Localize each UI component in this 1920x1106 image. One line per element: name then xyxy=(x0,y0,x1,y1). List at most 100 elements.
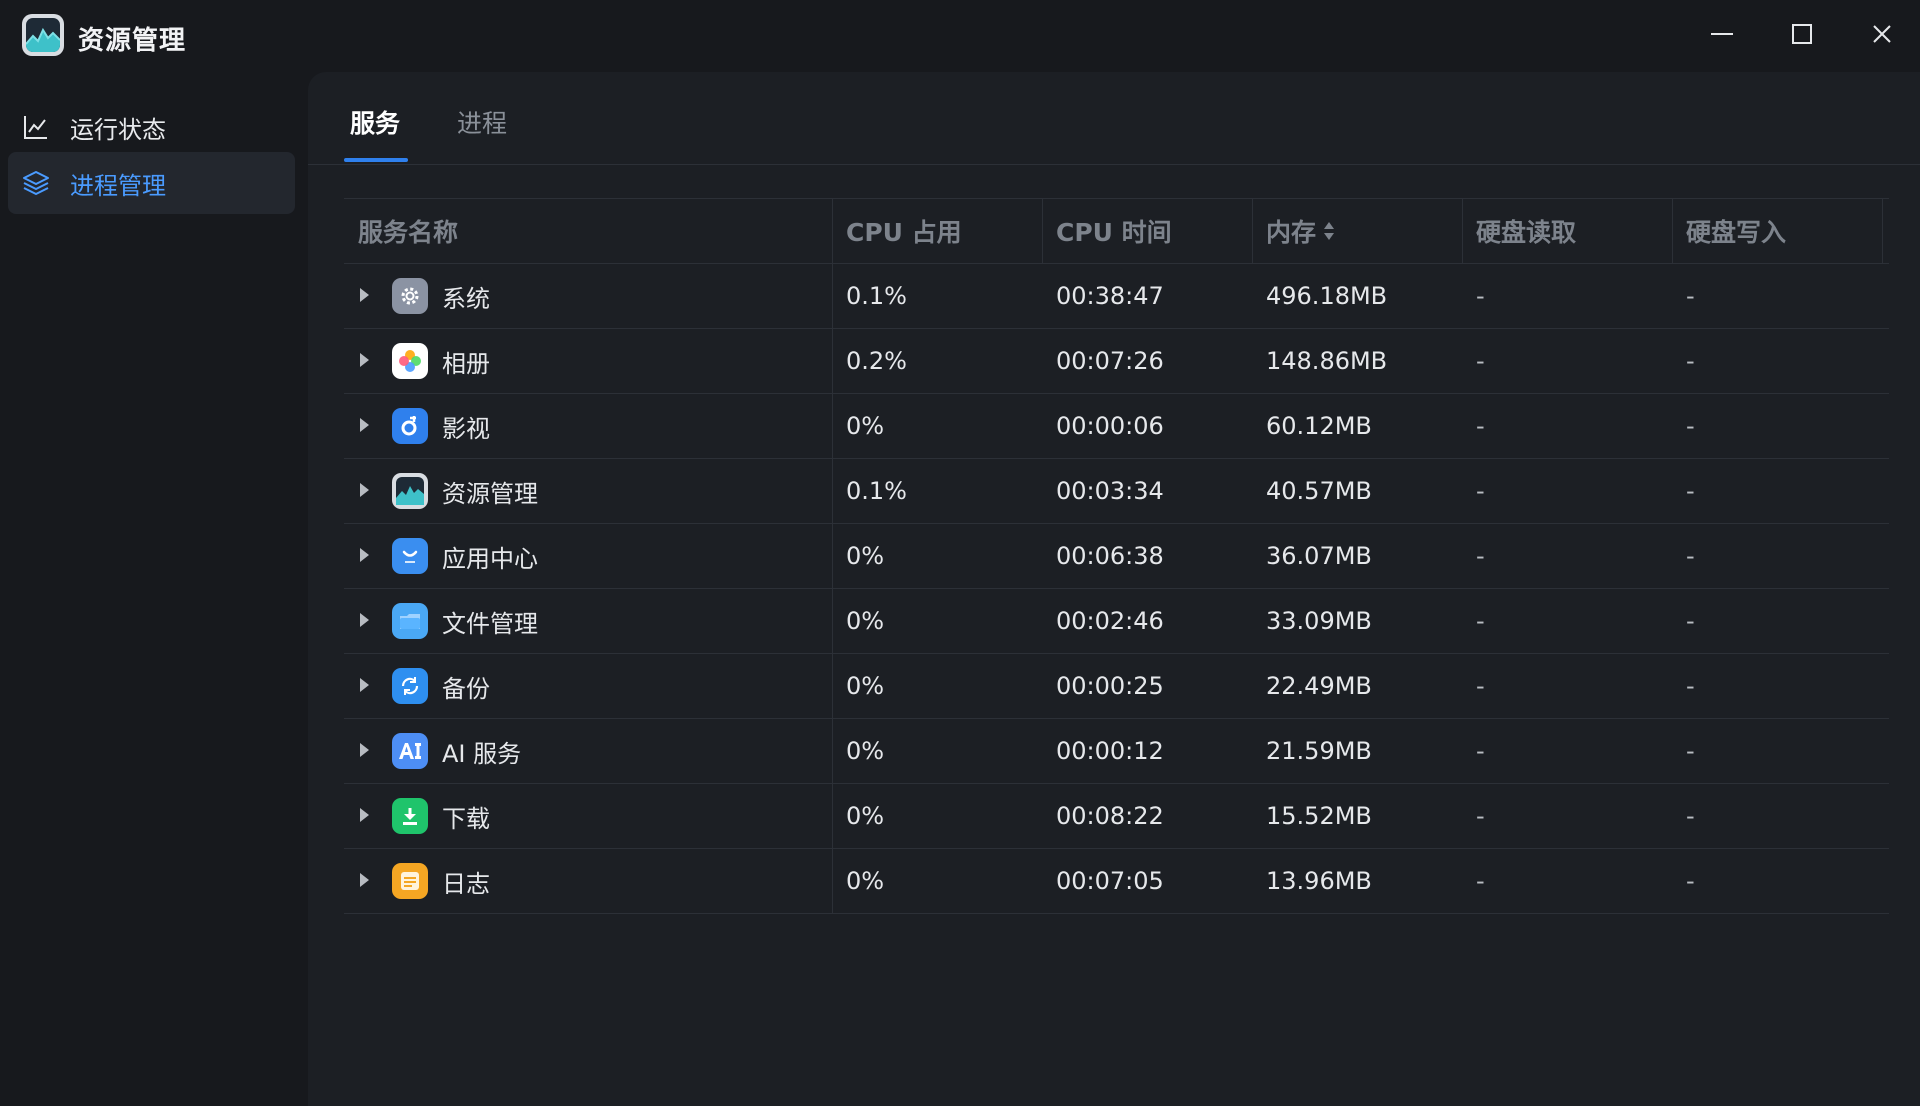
expand-arrow-icon[interactable] xyxy=(360,418,369,432)
row-cpu: 0% xyxy=(846,542,885,570)
row-disk-read: - xyxy=(1476,672,1485,700)
expand-arrow-icon[interactable] xyxy=(360,678,369,692)
column-divider[interactable] xyxy=(832,199,833,263)
row-name: 下载 xyxy=(442,804,490,833)
row-disk-write: - xyxy=(1686,542,1695,570)
row-cpu: 0% xyxy=(846,737,885,765)
main-panel: 服务 进程 服务名称 CPU 占用 CPU 时间 内存 硬盘读取 硬盘写入 系统… xyxy=(308,72,1920,1106)
row-cpu-time: 00:08:22 xyxy=(1056,802,1164,830)
row-disk-write: - xyxy=(1686,737,1695,765)
folder-icon xyxy=(392,603,428,639)
row-cpu: 0% xyxy=(846,672,885,700)
table-header: 服务名称 CPU 占用 CPU 时间 内存 硬盘读取 硬盘写入 xyxy=(344,198,1889,264)
maximize-icon xyxy=(1792,24,1812,44)
resource-monitor-icon xyxy=(392,473,428,509)
expand-arrow-icon[interactable] xyxy=(360,873,369,887)
column-divider[interactable] xyxy=(1672,199,1673,263)
table-row[interactable]: 备份 0% 00:00:25 22.49MB - - xyxy=(344,654,1889,719)
table-row[interactable]: 系统 0.1% 00:38:47 496.18MB - - xyxy=(344,264,1889,329)
table-row[interactable]: AI 服务 0% 00:00:12 21.59MB - - xyxy=(344,719,1889,784)
column-divider[interactable] xyxy=(1042,199,1043,263)
row-memory: 15.52MB xyxy=(1266,802,1372,830)
log-list-icon xyxy=(392,863,428,899)
minimize-icon xyxy=(1711,33,1733,35)
row-cpu: 0% xyxy=(846,802,885,830)
table-row[interactable]: 资源管理 0.1% 00:03:34 40.57MB - - xyxy=(344,459,1889,524)
column-header-disk-write[interactable]: 硬盘写入 xyxy=(1686,199,1786,263)
row-disk-write: - xyxy=(1686,477,1695,505)
column-header-name[interactable]: 服务名称 xyxy=(358,199,458,263)
row-cpu: 0.2% xyxy=(846,347,907,375)
active-tab-indicator xyxy=(344,158,408,162)
column-header-cpu-time[interactable]: CPU 时间 xyxy=(1056,199,1172,263)
row-cpu-time: 00:00:25 xyxy=(1056,672,1164,700)
row-memory: 22.49MB xyxy=(1266,672,1372,700)
row-memory: 148.86MB xyxy=(1266,347,1388,375)
row-cpu: 0% xyxy=(846,867,885,895)
row-disk-read: - xyxy=(1476,347,1485,375)
expand-arrow-icon[interactable] xyxy=(360,353,369,367)
row-cpu-time: 00:07:26 xyxy=(1056,347,1164,375)
column-header-memory[interactable]: 内存 xyxy=(1266,199,1336,263)
sidebar-item-process-manager[interactable]: 进程管理 xyxy=(8,152,295,214)
video-icon xyxy=(392,408,428,444)
expand-arrow-icon[interactable] xyxy=(360,288,369,302)
app-title: 资源管理 xyxy=(78,26,187,56)
title-bar: 资源管理 xyxy=(0,0,1920,72)
maximize-button[interactable] xyxy=(1780,14,1824,54)
expand-arrow-icon[interactable] xyxy=(360,613,369,627)
table-row[interactable]: 下载 0% 00:08:22 15.52MB - - xyxy=(344,784,1889,849)
row-cpu: 0.1% xyxy=(846,282,907,310)
row-disk-read: - xyxy=(1476,542,1485,570)
row-cpu: 0% xyxy=(846,607,885,635)
column-divider xyxy=(832,654,833,718)
row-cpu-time: 00:00:12 xyxy=(1056,737,1164,765)
minimize-button[interactable] xyxy=(1700,14,1744,54)
column-divider[interactable] xyxy=(1252,199,1253,263)
row-disk-write: - xyxy=(1686,672,1695,700)
row-cpu: 0.1% xyxy=(846,477,907,505)
row-memory: 36.07MB xyxy=(1266,542,1372,570)
column-divider xyxy=(832,849,833,913)
row-name: AI 服务 xyxy=(442,739,522,768)
row-name: 相册 xyxy=(442,349,490,378)
expand-arrow-icon[interactable] xyxy=(360,808,369,822)
table-row[interactable]: 影视 0% 00:00:06 60.12MB - - xyxy=(344,394,1889,459)
column-header-cpu-usage[interactable]: CPU 占用 xyxy=(846,199,962,263)
row-cpu-time: 00:07:05 xyxy=(1056,867,1164,895)
sidebar-item-run-status[interactable]: 运行状态 xyxy=(8,96,295,158)
column-header-memory-label: 内存 xyxy=(1266,218,1317,247)
row-disk-read: - xyxy=(1476,607,1485,635)
row-name: 影视 xyxy=(442,414,490,443)
column-divider xyxy=(832,524,833,588)
row-disk-read: - xyxy=(1476,802,1485,830)
column-header-disk-read[interactable]: 硬盘读取 xyxy=(1476,199,1576,263)
table-row[interactable]: 相册 0.2% 00:07:26 148.86MB - - xyxy=(344,329,1889,394)
expand-arrow-icon[interactable] xyxy=(360,743,369,757)
table-row[interactable]: 日志 0% 00:07:05 13.96MB - - xyxy=(344,849,1889,914)
row-name: 系统 xyxy=(442,284,490,313)
row-cpu-time: 00:02:46 xyxy=(1056,607,1164,635)
expand-arrow-icon[interactable] xyxy=(360,548,369,562)
column-divider[interactable] xyxy=(1462,199,1463,263)
row-disk-write: - xyxy=(1686,347,1695,375)
row-name: 文件管理 xyxy=(442,609,538,638)
sort-icon xyxy=(1322,219,1336,243)
tab-processes[interactable]: 进程 xyxy=(457,104,507,140)
table-row[interactable]: 文件管理 0% 00:02:46 33.09MB - - xyxy=(344,589,1889,654)
close-button[interactable] xyxy=(1860,14,1904,54)
row-memory: 496.18MB xyxy=(1266,282,1388,310)
row-name: 资源管理 xyxy=(442,479,538,508)
row-memory: 33.09MB xyxy=(1266,607,1372,635)
column-divider[interactable] xyxy=(1882,199,1883,263)
table-row[interactable]: 应用中心 0% 00:06:38 36.07MB - - xyxy=(344,524,1889,589)
row-disk-write: - xyxy=(1686,802,1695,830)
row-disk-write: - xyxy=(1686,867,1695,895)
row-disk-write: - xyxy=(1686,412,1695,440)
row-disk-write: - xyxy=(1686,282,1695,310)
tab-services[interactable]: 服务 xyxy=(350,104,400,140)
row-disk-read: - xyxy=(1476,477,1485,505)
row-cpu-time: 00:38:47 xyxy=(1056,282,1164,310)
row-memory: 60.12MB xyxy=(1266,412,1372,440)
expand-arrow-icon[interactable] xyxy=(360,483,369,497)
